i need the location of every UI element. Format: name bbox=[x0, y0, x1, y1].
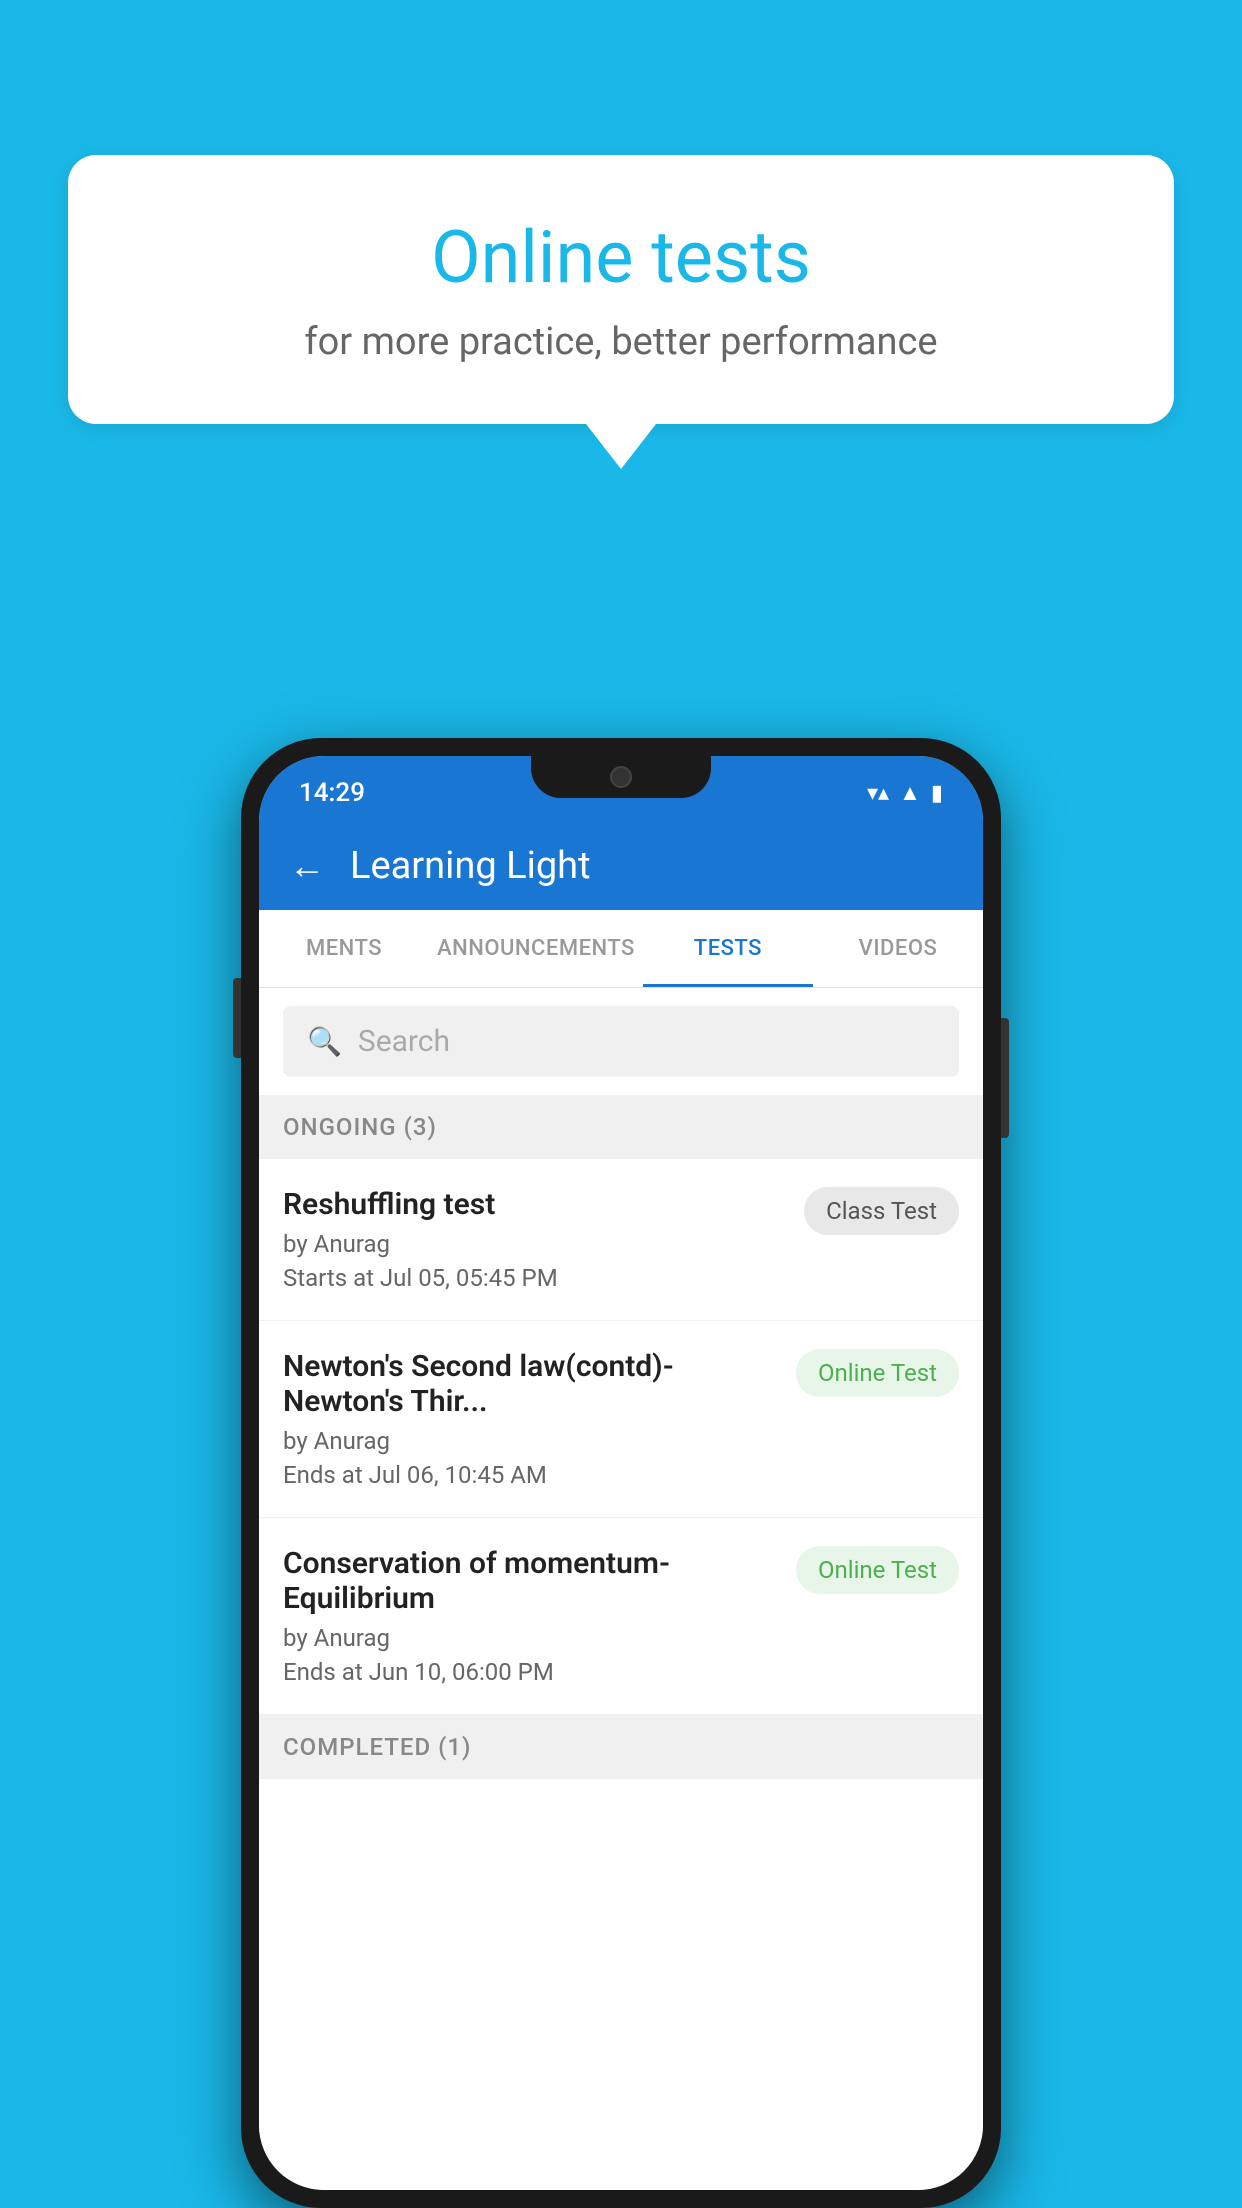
speech-bubble-tail bbox=[586, 424, 656, 469]
tab-videos[interactable]: VIDEOS bbox=[813, 910, 983, 987]
battery-icon: ▮ bbox=[931, 781, 943, 806]
test-badge-online: Online Test bbox=[796, 1546, 959, 1594]
app-bar: ← Learning Light bbox=[259, 822, 983, 910]
test-author: by Anurag bbox=[283, 1427, 776, 1455]
completed-section: COMPLETED (1) bbox=[259, 1715, 983, 1779]
test-author: by Anurag bbox=[283, 1230, 784, 1258]
search-container: 🔍 Search bbox=[259, 988, 983, 1095]
bubble-title: Online tests bbox=[118, 215, 1124, 300]
tab-ments[interactable]: MENTS bbox=[259, 910, 429, 987]
status-time: 14:29 bbox=[299, 778, 365, 808]
test-date: Ends at Jul 06, 10:45 AM bbox=[283, 1461, 776, 1489]
test-date: Starts at Jul 05, 05:45 PM bbox=[283, 1264, 784, 1292]
test-date: Ends at Jun 10, 06:00 PM bbox=[283, 1658, 776, 1686]
tabs-container: MENTS ANNOUNCEMENTS TESTS VIDEOS bbox=[259, 910, 983, 988]
search-icon: 🔍 bbox=[307, 1025, 342, 1058]
bubble-subtitle: for more practice, better performance bbox=[118, 320, 1124, 364]
phone-frame: 14:29 ▾▴ ▲ ▮ ← Learning Light MENTS ANNO… bbox=[241, 738, 1001, 2208]
wifi-icon: ▾▴ bbox=[867, 781, 889, 806]
back-button[interactable]: ← bbox=[289, 845, 325, 887]
status-icons: ▾▴ ▲ ▮ bbox=[867, 780, 943, 806]
search-placeholder: Search bbox=[358, 1024, 450, 1059]
test-badge-class: Class Test bbox=[804, 1187, 959, 1235]
phone-side-button-right bbox=[1001, 1018, 1009, 1138]
test-info: Reshuffling test by Anurag Starts at Jul… bbox=[283, 1187, 804, 1292]
completed-header-text: COMPLETED (1) bbox=[283, 1733, 471, 1761]
test-name: Conservation of momentum-Equilibrium bbox=[283, 1546, 776, 1616]
test-item[interactable]: Reshuffling test by Anurag Starts at Jul… bbox=[259, 1159, 983, 1321]
test-info: Conservation of momentum-Equilibrium by … bbox=[283, 1546, 796, 1686]
tab-announcements[interactable]: ANNOUNCEMENTS bbox=[429, 910, 643, 987]
test-name: Newton's Second law(contd)-Newton's Thir… bbox=[283, 1349, 776, 1419]
tab-tests[interactable]: TESTS bbox=[643, 910, 813, 987]
ongoing-header-text: ONGOING (3) bbox=[283, 1113, 437, 1141]
test-author: by Anurag bbox=[283, 1624, 776, 1652]
speech-bubble-wrapper: Online tests for more practice, better p… bbox=[68, 155, 1174, 469]
signal-icon: ▲ bbox=[899, 780, 921, 806]
test-info: Newton's Second law(contd)-Newton's Thir… bbox=[283, 1349, 796, 1489]
phone-notch bbox=[531, 756, 711, 798]
phone-screen: 14:29 ▾▴ ▲ ▮ ← Learning Light MENTS ANNO… bbox=[259, 756, 983, 2190]
app-bar-title: Learning Light bbox=[350, 844, 591, 888]
phone-side-button-left bbox=[233, 978, 241, 1058]
phone-camera bbox=[610, 766, 632, 788]
test-badge-online: Online Test bbox=[796, 1349, 959, 1397]
ongoing-section-header: ONGOING (3) bbox=[259, 1095, 983, 1159]
test-item[interactable]: Conservation of momentum-Equilibrium by … bbox=[259, 1518, 983, 1715]
speech-bubble: Online tests for more practice, better p… bbox=[68, 155, 1174, 424]
phone-wrapper: 14:29 ▾▴ ▲ ▮ ← Learning Light MENTS ANNO… bbox=[241, 738, 1001, 2208]
test-item[interactable]: Newton's Second law(contd)-Newton's Thir… bbox=[259, 1321, 983, 1518]
test-name: Reshuffling test bbox=[283, 1187, 784, 1222]
search-box[interactable]: 🔍 Search bbox=[283, 1006, 959, 1077]
tests-list: Reshuffling test by Anurag Starts at Jul… bbox=[259, 1159, 983, 2190]
